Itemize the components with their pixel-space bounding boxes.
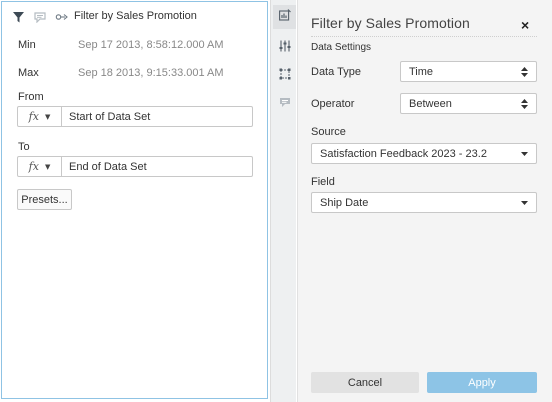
to-fx-dropdown[interactable]: fx ▼ bbox=[18, 157, 62, 176]
fx-icon: fx bbox=[28, 110, 39, 123]
to-input[interactable]: fx ▼ End of Data Set bbox=[17, 156, 253, 177]
chevron-down-icon: ▼ bbox=[44, 112, 51, 121]
chevron-down-icon bbox=[521, 193, 528, 212]
from-fx-dropdown[interactable]: fx ▼ bbox=[18, 107, 62, 126]
presets-button[interactable]: Presets... bbox=[17, 189, 72, 210]
cancel-button[interactable]: Cancel bbox=[311, 372, 419, 393]
field-select[interactable]: Ship Date bbox=[311, 192, 537, 213]
data-type-label: Data Type bbox=[311, 66, 361, 78]
settings-panel: Filter by Sales Promotion × Data Setting… bbox=[297, 0, 552, 402]
from-input[interactable]: fx ▼ Start of Data Set bbox=[17, 106, 253, 127]
data-settings-tab[interactable] bbox=[273, 5, 296, 29]
source-label: Source bbox=[311, 126, 346, 138]
sort-arrows-icon bbox=[521, 94, 528, 113]
filter-widget[interactable]: Filter by Sales Promotion Min Sep 17 201… bbox=[1, 1, 268, 399]
filter-widget-header: Filter by Sales Promotion bbox=[2, 2, 267, 32]
to-value: End of Data Set bbox=[69, 160, 147, 173]
to-label: To bbox=[18, 141, 30, 153]
sort-arrows-icon bbox=[521, 62, 528, 81]
chevron-down-icon: ▼ bbox=[44, 162, 51, 171]
panel-divider bbox=[311, 36, 537, 37]
comment-icon[interactable] bbox=[33, 10, 47, 24]
data-settings-icon bbox=[278, 8, 291, 26]
filter-editor: Filter by Sales Promotion Min Sep 17 201… bbox=[0, 0, 552, 402]
operator-select[interactable]: Between bbox=[400, 93, 537, 114]
source-select[interactable]: Satisfaction Feedback 2023 - 23.2 bbox=[311, 143, 537, 164]
min-value: Sep 17 2013, 8:58:12.000 AM bbox=[78, 39, 224, 51]
funnel-icon[interactable] bbox=[11, 10, 25, 24]
panel-title: Filter by Sales Promotion bbox=[311, 15, 470, 31]
frame-tab[interactable] bbox=[273, 64, 296, 88]
filter-widget-title: Filter by Sales Promotion bbox=[74, 10, 197, 22]
operator-label: Operator bbox=[311, 98, 355, 110]
comment-icon bbox=[279, 95, 291, 113]
close-icon[interactable]: × bbox=[521, 17, 529, 33]
sliders-icon bbox=[279, 39, 291, 57]
frame-icon bbox=[279, 67, 291, 85]
apply-button[interactable]: Apply bbox=[427, 372, 537, 393]
panel-tab-rail bbox=[270, 0, 296, 402]
field-label: Field bbox=[311, 176, 335, 188]
section-heading: Data Settings bbox=[311, 42, 372, 53]
fx-icon: fx bbox=[28, 160, 39, 173]
field-value: Ship Date bbox=[320, 196, 369, 209]
max-value: Sep 18 2013, 9:15:33.001 AM bbox=[78, 67, 224, 79]
from-value: Start of Data Set bbox=[69, 110, 151, 123]
link-icon[interactable] bbox=[54, 10, 70, 24]
max-label: Max bbox=[18, 67, 39, 79]
properties-tab[interactable] bbox=[273, 36, 296, 60]
source-value: Satisfaction Feedback 2023 - 23.2 bbox=[320, 147, 487, 160]
min-label: Min bbox=[18, 39, 36, 51]
operator-value: Between bbox=[409, 97, 452, 110]
chevron-down-icon bbox=[521, 144, 528, 163]
from-label: From bbox=[18, 91, 44, 103]
comments-tab[interactable] bbox=[273, 92, 296, 116]
data-type-value: Time bbox=[409, 65, 434, 78]
data-type-select[interactable]: Time bbox=[400, 61, 537, 82]
